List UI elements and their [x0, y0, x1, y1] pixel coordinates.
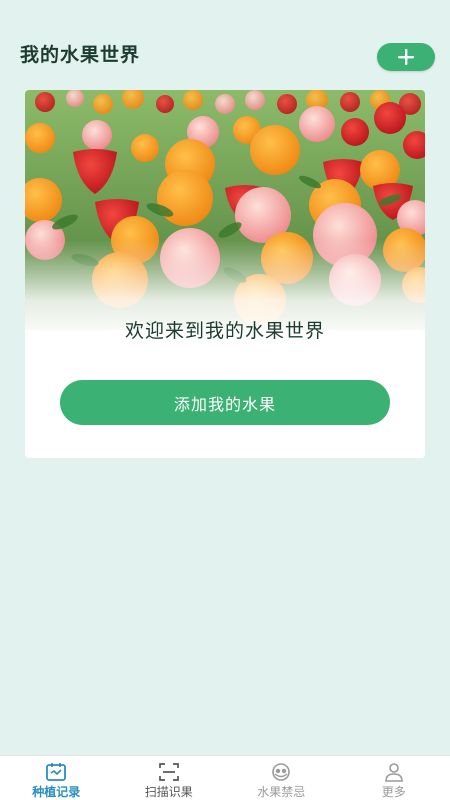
tab-label: 更多	[381, 785, 406, 799]
page-title: 我的水果世界	[20, 44, 141, 66]
fruit-bowl-icon	[269, 762, 293, 782]
tab-scan-fruit[interactable]: 扫描识果	[113, 756, 226, 800]
tab-label: 种植记录	[32, 785, 81, 799]
scan-icon	[157, 762, 181, 782]
tab-more[interactable]: 更多	[338, 756, 450, 800]
welcome-text: 欢迎来到我的水果世界	[124, 320, 325, 342]
tab-label: 水果禁忌	[257, 785, 306, 799]
welcome-card: 欢迎来到我的水果世界 添加我的水果	[25, 90, 425, 458]
plus-icon	[398, 49, 414, 65]
header: 我的水果世界	[0, 0, 450, 90]
tab-planting-records[interactable]: 种植记录	[0, 756, 113, 800]
add-fruit-button[interactable]	[377, 43, 435, 71]
bottom-tab-bar: 种植记录 扫描识果 水果禁忌 更多	[0, 755, 450, 800]
user-icon	[382, 762, 406, 782]
tab-label: 扫描识果	[144, 785, 193, 799]
tab-fruit-taboos[interactable]: 水果禁忌	[225, 756, 338, 800]
calendar-icon	[44, 762, 68, 782]
add-my-fruit-button[interactable]: 添加我的水果	[60, 380, 390, 425]
